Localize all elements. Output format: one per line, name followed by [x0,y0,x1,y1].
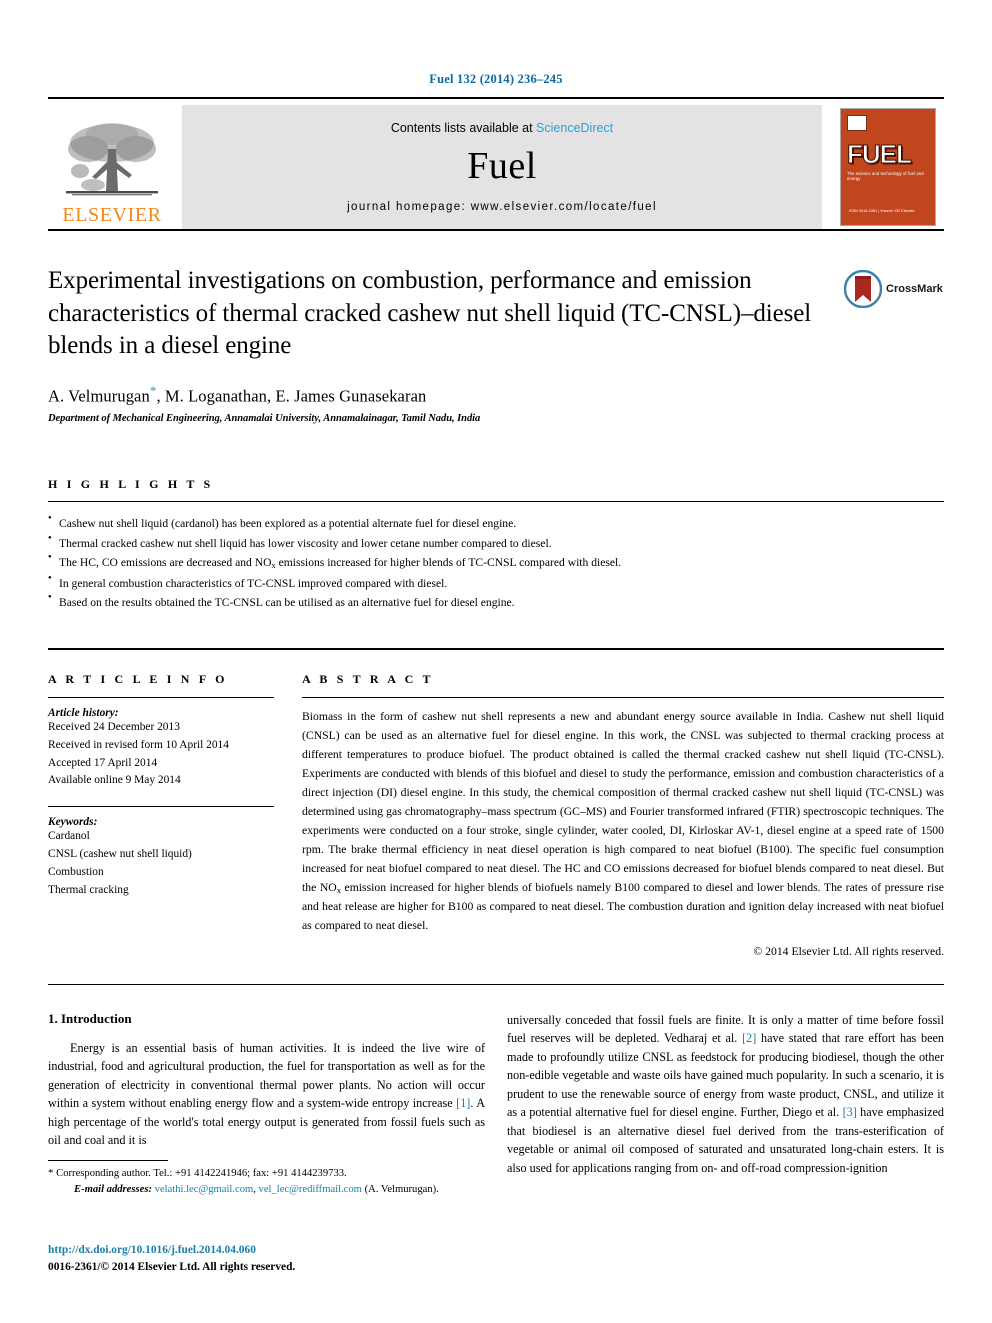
article-info-rule [48,697,274,699]
running-head: Fuel 132 (2014) 236–245 [429,72,563,86]
list-item: Based on the results obtained the TC-CNS… [48,592,944,613]
list-item: Thermal cracked cashew nut shell liquid … [48,533,944,554]
abstract-column: A B S T R A C T Biomass in the form of c… [302,672,944,958]
elsevier-logo: ELSEVIER [48,105,176,229]
title-block: Experimental investigations on combustio… [48,265,944,424]
keyword-item: Cardanol [48,830,90,843]
highlights-rule [48,501,944,502]
keyword-item: CNSL (cashew nut shell liquid) [48,848,192,860]
corresponding-author-note: * Corresponding author. Tel.: +91 414224… [48,1166,468,1182]
body-columns: 1. Introduction Energy is an essential b… [48,1011,944,1178]
doi-block: http://dx.doi.org/10.1016/j.fuel.2014.04… [48,1242,295,1275]
list-item: The HC, CO emissions are decreased and N… [48,552,944,573]
article-history-online: Available online 9 May 2014 [48,774,181,787]
journal-band: Contents lists available at ScienceDirec… [182,105,822,229]
elsevier-tree-icon [66,123,158,196]
keyword-item: Combustion [48,865,104,878]
crossmark-icon [844,270,882,308]
crossmark-badge[interactable]: CrossMark [844,267,944,311]
email-owner: (A. Velmurugan). [361,1183,439,1195]
sciencedirect-link[interactable]: ScienceDirect [536,121,613,135]
cover-publisher-badge-icon [847,115,867,131]
abstract-part-1: Biomass in the form of cashew nut shell … [302,710,944,894]
masthead-bottom-rule [48,229,944,231]
contents-prefix: Contents lists available at [390,121,537,136]
list-item: Cashew nut shell liquid (cardanol) has b… [48,513,944,534]
email-addresses-label: E-mail addresses: [74,1183,152,1195]
abstract-part-2: emission increased for higher blends of … [302,880,944,932]
body-column-right: universally conceded that fossil fuels a… [507,1011,944,1178]
elsevier-wordmark: ELSEVIER [62,204,162,226]
keywords-label: Keywords: [48,816,98,829]
page-title: Experimental investigations on combustio… [48,267,812,359]
footnote-block: * Corresponding author. Tel.: +91 414224… [48,1160,468,1197]
contents-available-line: Contents lists available at ScienceDirec… [391,121,613,135]
section-heading-introduction: 1. Introduction [48,1010,132,1026]
citation-link-1[interactable]: [1] [456,1096,470,1110]
issn-copyright: 0016-2361/© 2014 Elsevier Ltd. All right… [48,1260,296,1273]
author-affiliation: Department of Mechanical Engineering, An… [48,413,481,424]
author-list: A. Velmurugan*, M. Loganathan, E. James … [48,383,944,407]
citation-link-3[interactable]: [3] [843,1105,857,1119]
list-item: In general combustion characteristics of… [48,573,944,594]
highlights-list: Cashew nut shell liquid (cardanol) has b… [48,513,944,613]
cover-journal-title: FUEL [847,139,913,169]
highlight-nox-b: emissions increased for higher blends of… [275,556,622,570]
crossmark-label: CrossMark [886,283,943,295]
journal-cover-image: FUEL The science and technology of fuel … [840,108,936,226]
article-history-accepted: Accepted 17 April 2014 [48,756,158,769]
intro-paragraph-right: universally conceded that fossil fuels a… [507,1011,944,1178]
cover-journal-subtitle: The science and technology of fuel and e… [847,171,924,182]
email-link-primary[interactable]: velathi.lec@gmail.com [155,1184,254,1195]
journal-masthead: ELSEVIER Contents lists available at Sci… [48,97,944,229]
intro-text-a: Energy is an essential basis of human ac… [48,1040,485,1111]
cover-footer-text: ISSN 0016-2361 | Volume 132 Elsevier [849,209,915,214]
doi-link[interactable]: http://dx.doi.org/10.1016/j.fuel.2014.04… [48,1242,295,1259]
footnote-rule [48,1160,168,1161]
abstract-copyright: © 2014 Elsevier Ltd. All rights reserved… [753,944,944,958]
abstract-rule [302,697,944,699]
author-primary: A. Velmurugan [48,386,150,405]
highlights-heading: H I G H L I G H T S [48,477,214,491]
highlights-section: H I G H L I G H T S Cashew nut shell liq… [48,477,944,613]
article-info-heading: A R T I C L E I N F O [48,672,228,687]
email-note: E-mail addresses: velathi.lec@gmail.com,… [48,1182,468,1197]
author-rest: , M. Loganathan, E. James Gunasekaran [156,386,427,405]
article-page: Fuel 132 (2014) 236–245 ELSEVIER Content… [0,0,992,1323]
journal-homepage-link[interactable]: journal homepage: www.elsevier.com/locat… [347,201,657,213]
abstract-text: Biomass in the form of cashew nut shell … [302,708,944,935]
citation-link-2[interactable]: [2] [742,1031,756,1045]
corresponding-author-text: Corresponding author. Tel.: +91 41422419… [53,1168,347,1179]
info-abstract-row: A R T I C L E I N F O Article history: R… [48,648,944,958]
article-history-received: Received 24 December 2013 [48,721,180,734]
journal-cover-thumbnail: FUEL The science and technology of fuel … [832,105,944,229]
intro-paragraph-left: Energy is an essential basis of human ac… [48,1039,485,1150]
article-history-label: Article history: [48,707,119,720]
highlight-nox-a: The HC, CO emissions are decreased and N… [59,556,272,570]
keyword-item: Thermal cracking [48,883,129,896]
email-link-secondary[interactable]: vel_lec@rediffmail.com [259,1184,362,1195]
body-column-left: 1. Introduction Energy is an essential b… [48,1011,485,1178]
body-top-rule [48,983,944,985]
abstract-heading: A B S T R A C T [302,672,434,687]
journal-title: Fuel [467,145,537,188]
article-history-revised: Received in revised form 10 April 2014 [48,738,229,751]
keywords-divider [48,806,274,808]
article-info-column: A R T I C L E I N F O Article history: R… [48,672,274,957]
